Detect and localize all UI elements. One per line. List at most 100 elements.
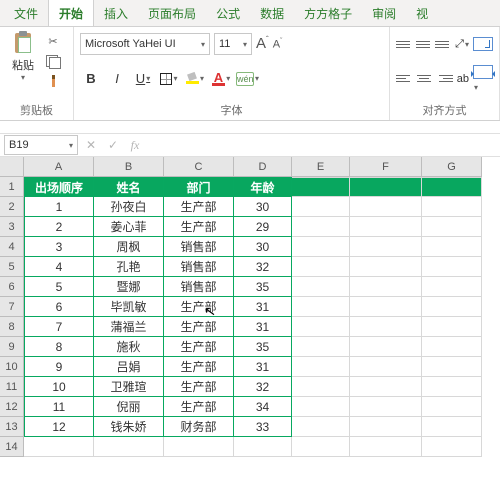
cell[interactable]: 销售部 — [164, 257, 234, 277]
row-header-7[interactable]: 7 — [0, 297, 24, 317]
cell[interactable]: 销售部 — [164, 237, 234, 257]
font-color-button[interactable]: A▾ — [210, 68, 232, 90]
underline-button[interactable]: U▾ — [132, 68, 154, 90]
cell[interactable] — [350, 397, 422, 417]
cell[interactable] — [292, 317, 350, 337]
cell[interactable] — [422, 297, 482, 317]
cell[interactable] — [292, 277, 350, 297]
cell[interactable]: 33 — [234, 417, 292, 437]
cell[interactable]: 11 — [24, 397, 94, 417]
row-header-5[interactable]: 5 — [0, 257, 24, 277]
cell[interactable]: 倪丽 — [94, 397, 164, 417]
row-header-2[interactable]: 2 — [0, 197, 24, 217]
phonetic-button[interactable]: wén▾ — [236, 68, 259, 90]
cell[interactable] — [350, 177, 422, 197]
cell[interactable]: 31 — [234, 297, 292, 317]
tab-4[interactable]: 公式 — [206, 0, 250, 26]
cell[interactable] — [292, 437, 350, 457]
col-header-E[interactable]: E — [292, 157, 350, 177]
cell[interactable]: 34 — [234, 397, 292, 417]
align-left-button[interactable] — [396, 69, 412, 89]
cell[interactable]: 9 — [24, 357, 94, 377]
cell[interactable] — [422, 197, 482, 217]
cell[interactable] — [24, 437, 94, 457]
row-header-1[interactable]: 1 — [0, 177, 24, 197]
cell[interactable]: 吕娟 — [94, 357, 164, 377]
cell[interactable]: 29 — [234, 217, 292, 237]
cell[interactable]: 生产部 — [164, 337, 234, 357]
cell[interactable] — [350, 317, 422, 337]
row-header-3[interactable]: 3 — [0, 217, 24, 237]
cell[interactable] — [422, 377, 482, 397]
cell[interactable] — [292, 397, 350, 417]
cell[interactable]: 35 — [234, 277, 292, 297]
cell[interactable] — [422, 337, 482, 357]
cell[interactable]: 毕凯敏 — [94, 297, 164, 317]
cell[interactable]: 销售部 — [164, 277, 234, 297]
cell[interactable] — [422, 217, 482, 237]
cell[interactable]: 1 — [24, 197, 94, 217]
cell[interactable] — [422, 277, 482, 297]
border-button[interactable]: ▾ — [158, 68, 180, 90]
cell[interactable] — [292, 337, 350, 357]
cell[interactable] — [350, 437, 422, 457]
cut-button[interactable] — [44, 33, 62, 49]
cell[interactable]: 施秋 — [94, 337, 164, 357]
cell[interactable] — [164, 437, 234, 457]
cell[interactable]: 卫雅瑄 — [94, 377, 164, 397]
row-header-9[interactable]: 9 — [0, 337, 24, 357]
cell[interactable] — [422, 177, 482, 197]
bold-button[interactable]: B — [80, 68, 102, 90]
align-center-button[interactable] — [416, 69, 432, 89]
cell[interactable] — [422, 417, 482, 437]
cell[interactable]: 蒲福兰 — [94, 317, 164, 337]
cell[interactable] — [94, 437, 164, 457]
cell[interactable] — [350, 357, 422, 377]
cell[interactable] — [292, 417, 350, 437]
cell[interactable] — [422, 237, 482, 257]
cell[interactable]: 10 — [24, 377, 94, 397]
name-box[interactable]: B19 ▾ — [4, 135, 78, 155]
row-header-14[interactable]: 14 — [0, 437, 24, 457]
cell[interactable]: 生产部 — [164, 317, 234, 337]
cell[interactable] — [292, 257, 350, 277]
cell[interactable] — [234, 437, 292, 457]
row-header-12[interactable]: 12 — [0, 397, 24, 417]
cell[interactable]: 姓名 — [94, 177, 164, 197]
font-size-select[interactable]: 11 ▾ — [214, 33, 252, 55]
row-header-6[interactable]: 6 — [0, 277, 24, 297]
cell[interactable] — [350, 237, 422, 257]
cell[interactable]: 生产部 — [164, 377, 234, 397]
cell[interactable] — [350, 417, 422, 437]
cell[interactable] — [422, 257, 482, 277]
tab-3[interactable]: 页面布局 — [138, 0, 206, 26]
cell[interactable]: 31 — [234, 317, 292, 337]
cell[interactable]: 出场顺序 — [24, 177, 94, 197]
cell[interactable]: 31 — [234, 357, 292, 377]
increase-font-button[interactable]: Aˆ — [256, 35, 269, 53]
format-painter-button[interactable] — [44, 73, 62, 89]
cell[interactable]: 2 — [24, 217, 94, 237]
decrease-font-button[interactable]: Aˇ — [273, 38, 283, 51]
cell[interactable] — [292, 197, 350, 217]
cell[interactable] — [292, 377, 350, 397]
align-middle-button[interactable] — [416, 34, 432, 54]
font-name-select[interactable]: Microsoft YaHei UI ▾ — [80, 33, 210, 55]
cell[interactable]: 生产部 — [164, 197, 234, 217]
cell[interactable]: 周枫 — [94, 237, 164, 257]
col-header-A[interactable]: A — [24, 157, 94, 177]
align-right-button[interactable] — [437, 69, 453, 89]
cell[interactable] — [350, 297, 422, 317]
col-header-G[interactable]: G — [422, 157, 482, 177]
tab-5[interactable]: 数据 — [250, 0, 294, 26]
cells-area[interactable]: 出场顺序姓名部门年龄1孙夜白生产部302姜心菲生产部293周枫销售部304孔艳销… — [24, 177, 500, 457]
cell[interactable]: 部门 — [164, 177, 234, 197]
col-header-F[interactable]: F — [350, 157, 422, 177]
cell[interactable] — [292, 177, 350, 197]
cell[interactable]: 姜心菲 — [94, 217, 164, 237]
cell[interactable] — [422, 317, 482, 337]
cell[interactable] — [422, 357, 482, 377]
cell[interactable] — [350, 197, 422, 217]
cell[interactable]: 4 — [24, 257, 94, 277]
copy-button[interactable] — [44, 53, 62, 69]
